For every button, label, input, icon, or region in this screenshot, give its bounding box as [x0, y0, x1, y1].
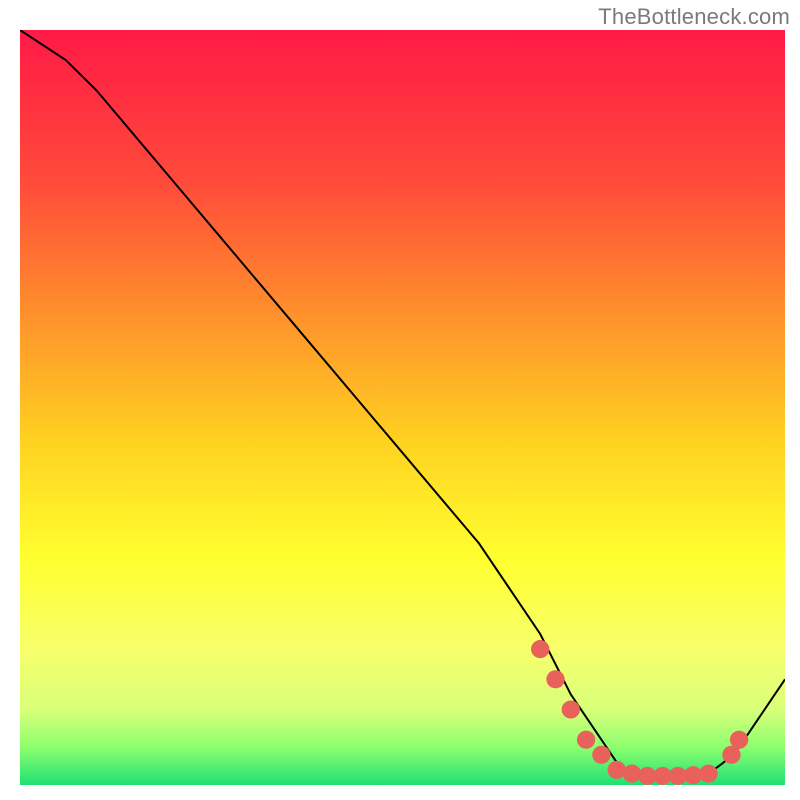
data-dot — [592, 746, 610, 764]
data-dot — [562, 700, 580, 718]
chart-stage: TheBottleneck.com — [0, 0, 800, 800]
data-dot — [699, 765, 717, 783]
watermark-text: TheBottleneck.com — [598, 4, 790, 30]
chart-svg — [20, 30, 785, 785]
chart-plot — [20, 30, 785, 785]
data-dot — [730, 731, 748, 749]
data-dot — [531, 640, 549, 658]
gradient-background — [20, 30, 785, 785]
data-dot — [608, 761, 626, 779]
data-dot — [577, 731, 595, 749]
data-dot — [546, 670, 564, 688]
